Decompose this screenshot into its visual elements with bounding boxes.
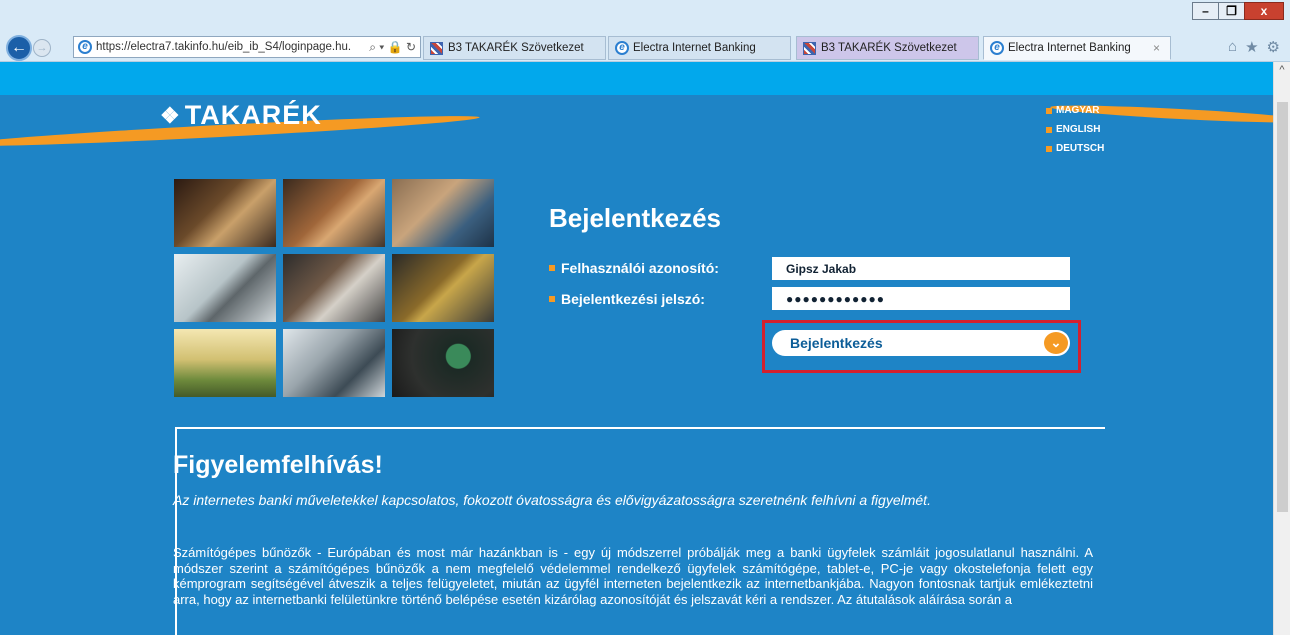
bullet-icon (1046, 107, 1052, 114)
photo-tile-dog (283, 179, 385, 247)
window-controls: – ❐ x (1192, 2, 1284, 20)
lang-label: MAGYAR (1056, 105, 1100, 116)
tab-electra-active[interactable]: e Electra Internet Banking × (983, 36, 1171, 60)
lang-magyar[interactable]: MAGYAR (1046, 101, 1104, 120)
browser-chrome: – ❐ x ← → e https://electra7.takinfo.hu/… (0, 0, 1290, 62)
close-window-button[interactable]: x (1244, 2, 1284, 20)
login-button-label: Bejelentkezés (790, 335, 883, 351)
bullet-icon (549, 265, 555, 271)
back-arrow-icon: ← (11, 39, 27, 56)
bank-page: ❖ TAKARÉK MAGYAR ENGLISH DEUTSCH Bejelen… (0, 95, 1273, 635)
favorites-star-icon[interactable]: ★ (1245, 38, 1258, 56)
tab-label: Electra Internet Banking (1008, 42, 1131, 54)
photo-tile-man-laptop (392, 179, 494, 247)
tab-label: B3 TAKARÉK Szövetkezet (821, 42, 957, 54)
photo-tile-padlock (392, 254, 494, 322)
vertical-scrollbar[interactable]: ^ (1273, 62, 1290, 635)
settings-gear-icon[interactable]: ⚙ (1267, 38, 1280, 56)
notice-body: Számítógépes bűnözők - Európában és most… (173, 545, 1093, 607)
ie-icon: e (615, 41, 629, 55)
scroll-up-arrow-icon[interactable]: ^ (1274, 64, 1290, 76)
notice-title: Figyelemfelhívás! (173, 451, 383, 479)
photo-tile-globe (392, 329, 494, 397)
ie-icon: e (78, 40, 92, 54)
forward-arrow-icon: → (36, 42, 48, 54)
takarek-favicon-icon (430, 41, 443, 55)
browser-right-icons: ⌂ ★ ⚙ (1228, 38, 1280, 56)
lang-label: ENGLISH (1056, 124, 1101, 135)
photo-tile-yoga (174, 329, 276, 397)
takarek-logo[interactable]: ❖ TAKARÉK (160, 100, 322, 131)
tab-b3-takarek-1[interactable]: B3 TAKARÉK Szövetkezet (423, 36, 606, 60)
restore-button[interactable]: ❐ (1218, 2, 1245, 20)
close-tab-icon[interactable]: × (1153, 41, 1160, 55)
back-button[interactable]: ← (6, 35, 32, 61)
address-url: https://electra7.takinfo.hu/eib_ib_S4/lo… (96, 41, 352, 53)
username-input[interactable] (772, 257, 1070, 280)
scroll-thumb[interactable] (1277, 102, 1288, 512)
logo-text: TAKARÉK (184, 100, 322, 130)
login-title: Bejelentkezés (549, 203, 721, 233)
photo-tile-phone (283, 329, 385, 397)
bullet-icon (1046, 126, 1052, 133)
photo-tile-office (174, 254, 276, 322)
forward-button[interactable]: → (33, 39, 51, 57)
login-button[interactable]: Bejelentkezés ⌄ (772, 330, 1070, 356)
address-bar[interactable]: e https://electra7.takinfo.hu/eib_ib_S4/… (73, 36, 421, 58)
ie-icon: e (990, 41, 1004, 55)
home-icon[interactable]: ⌂ (1228, 38, 1237, 56)
minimize-button[interactable]: – (1192, 2, 1219, 20)
username-label: Felhasználói azonosító: (549, 260, 719, 276)
notice-subtitle: Az internetes banki műveletekkel kapcsol… (173, 492, 931, 508)
photo-tile-tablet (174, 179, 276, 247)
bullet-icon (1046, 145, 1052, 152)
tab-label: Electra Internet Banking (633, 42, 756, 54)
takarek-logo-icon: ❖ (160, 102, 181, 128)
photo-tile-woman (283, 254, 385, 322)
lang-label: DEUTSCH (1056, 143, 1105, 154)
username-label-text: Felhasználói azonosító: (561, 260, 719, 276)
chevron-down-icon: ⌄ (1044, 332, 1068, 354)
password-input[interactable] (772, 287, 1070, 310)
password-label-text: Bejelentkezési jelszó: (561, 291, 705, 307)
password-label: Bejelentkezési jelszó: (549, 291, 705, 307)
address-tools-icon[interactable]: ⌕ ▾ 🔒 ↻ (369, 40, 420, 55)
takarek-favicon-icon (803, 41, 816, 55)
tab-b3-takarek-2[interactable]: B3 TAKARÉK Szövetkezet (796, 36, 979, 60)
tab-label: B3 TAKARÉK Szövetkezet (448, 42, 584, 54)
tab-electra-1[interactable]: e Electra Internet Banking (608, 36, 791, 60)
top-blue-band (0, 62, 1290, 95)
bullet-icon (549, 296, 555, 302)
lang-deutsch[interactable]: DEUTSCH (1046, 139, 1104, 158)
language-menu: MAGYAR ENGLISH DEUTSCH (1046, 101, 1104, 158)
lang-english[interactable]: ENGLISH (1046, 120, 1104, 139)
navigation-row: ← → e https://electra7.takinfo.hu/eib_ib… (0, 34, 1290, 61)
